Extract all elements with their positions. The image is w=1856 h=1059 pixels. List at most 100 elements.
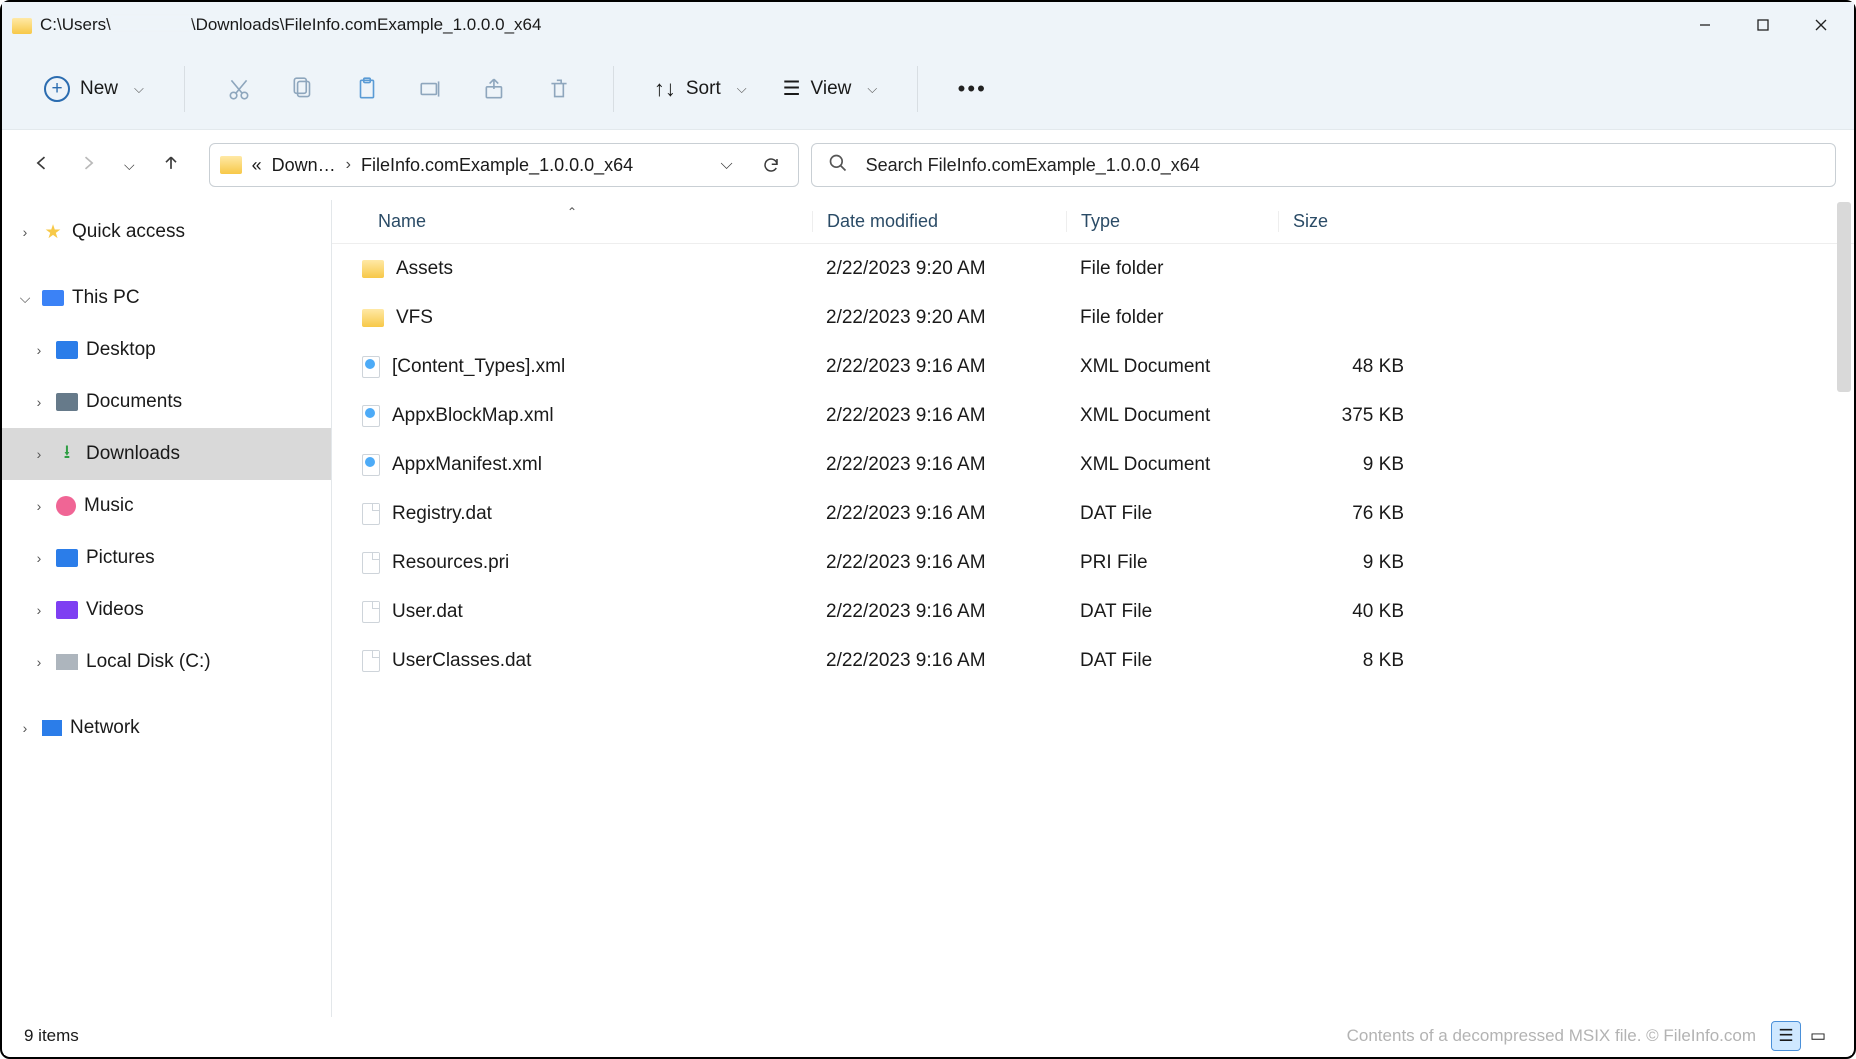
file-date: 2/22/2023 9:16 AM <box>812 601 1066 623</box>
scrollbar-thumb[interactable] <box>1837 202 1851 392</box>
file-row[interactable]: Registry.dat2/22/2023 9:16 AMDAT File76 … <box>332 489 1854 538</box>
folder-icon <box>362 260 384 278</box>
rename-button[interactable] <box>403 68 459 110</box>
new-button[interactable]: + New ⌵ <box>30 68 158 110</box>
chevron-down-icon: ⌵ <box>867 81 877 97</box>
thumbnails-view-button[interactable]: ▭ <box>1804 1022 1832 1050</box>
title-suffix: \Downloads\FileInfo.comExample_1.0.0.0_x… <box>191 15 542 34</box>
sidebar-music[interactable]: › Music <box>2 480 331 532</box>
file-row[interactable]: VFS2/22/2023 9:20 AMFile folder <box>332 293 1854 342</box>
separator <box>184 66 185 112</box>
file-row[interactable]: AppxBlockMap.xml 2/22/2023 9:16 AMXML Doc… <box>332 391 1854 440</box>
column-label: Date modified <box>827 211 938 231</box>
delete-button[interactable] <box>531 68 587 110</box>
close-button[interactable] <box>1792 2 1850 48</box>
sidebar-label: Network <box>70 717 140 739</box>
address-bar[interactable]: « Down… › FileInfo.comExample_1.0.0.0_x6… <box>209 143 799 187</box>
sidebar-network[interactable]: ›Network <box>2 702 331 754</box>
copy-button[interactable] <box>275 68 331 110</box>
column-size[interactable]: Size <box>1278 211 1418 232</box>
chevron-right-icon: › <box>346 156 351 174</box>
breadcrumb-current[interactable]: FileInfo.comExample_1.0.0.0_x64 <box>361 155 633 176</box>
file-icon <box>362 552 380 574</box>
sidebar-label: Videos <box>86 599 144 621</box>
file-row[interactable]: UserClasses.dat2/22/2023 9:16 AMDAT File… <box>332 636 1854 685</box>
file-name: [Content_Types].xml <box>392 356 565 378</box>
desktop-icon <box>56 341 78 359</box>
refresh-button[interactable] <box>754 156 788 174</box>
file-row[interactable]: User.dat2/22/2023 9:16 AMDAT File40 KB <box>332 587 1854 636</box>
folder-icon <box>12 18 32 34</box>
minimize-button[interactable] <box>1676 2 1734 48</box>
xml-icon <box>362 405 380 427</box>
chevron-right-icon: › <box>30 498 48 514</box>
recent-button[interactable]: ⌵ <box>124 157 135 174</box>
window-controls <box>1676 2 1850 48</box>
file-type: XML Document <box>1066 405 1278 427</box>
file-date: 2/22/2023 9:16 AM <box>812 405 1066 427</box>
sidebar-downloads[interactable]: ›⭳Downloads <box>2 428 331 480</box>
file-type: DAT File <box>1066 601 1278 623</box>
file-type: XML Document <box>1066 454 1278 476</box>
title-prefix: C:\Users\ <box>40 15 111 34</box>
file-size: 48 KB <box>1278 356 1418 378</box>
breadcrumb-downloads[interactable]: Down… <box>272 155 336 176</box>
column-headers: ⌃Name Date modified Type Size <box>332 200 1854 244</box>
search-input[interactable] <box>866 155 1819 176</box>
sort-icon: ↑↓ <box>654 76 676 102</box>
chevron-down-icon: ⌵ <box>16 290 34 307</box>
cut-button[interactable] <box>211 68 267 110</box>
file-row[interactable]: [Content_Types].xml2/22/2023 9:16 AMXML … <box>332 342 1854 391</box>
address-dropdown-button[interactable]: ⌵ <box>710 156 744 174</box>
disk-icon <box>56 654 78 670</box>
file-name: Resources.pri <box>392 552 509 574</box>
file-name: Assets <box>396 258 453 280</box>
file-date: 2/22/2023 9:20 AM <box>812 258 1066 280</box>
forward-button[interactable] <box>78 153 98 178</box>
file-icon <box>362 650 380 672</box>
sidebar-pictures[interactable]: ›Pictures <box>2 532 331 584</box>
status-bar: 9 items Contents of a decompressed MSIX … <box>4 1017 1852 1055</box>
sidebar-label: Music <box>84 495 134 517</box>
sidebar-label: Desktop <box>86 339 156 361</box>
column-date[interactable]: Date modified <box>812 211 1066 232</box>
sidebar-videos[interactable]: › Videos <box>2 584 331 636</box>
file-row[interactable]: Resources.pri2/22/2023 9:16 AMPRI File9 … <box>332 538 1854 587</box>
file-size: 375 KB <box>1278 405 1418 427</box>
column-name[interactable]: ⌃Name <box>332 211 812 232</box>
title-bar: C:\Users\ \Downloads\FileInfo.comExample_… <box>2 2 1854 48</box>
file-size: 40 KB <box>1278 601 1418 623</box>
view-mode-toggle: ☰ ▭ <box>1772 1022 1832 1050</box>
credit-text: Contents of a decompressed MSIX file. © … <box>1347 1026 1756 1046</box>
paste-button[interactable] <box>339 68 395 110</box>
column-label: Size <box>1293 211 1328 231</box>
file-row[interactable]: Assets2/22/2023 9:20 AMFile folder <box>332 244 1854 293</box>
column-type[interactable]: Type <box>1066 211 1278 232</box>
share-button[interactable] <box>467 68 523 110</box>
sidebar-label: Documents <box>86 391 182 413</box>
breadcrumb-overflow[interactable]: « <box>252 155 262 176</box>
sidebar-this-pc[interactable]: ⌵This PC <box>2 272 331 324</box>
chevron-right-icon: › <box>30 602 48 618</box>
chevron-right-icon: › <box>16 224 34 240</box>
view-label: View <box>811 78 852 100</box>
file-name: AppxBlockMap.xml <box>392 405 554 427</box>
view-button[interactable]: ☰ View ⌵ <box>769 68 892 109</box>
file-row[interactable]: AppxManifest.xml2/22/2023 9:16 AMXML Doc… <box>332 440 1854 489</box>
sort-button[interactable]: ↑↓ Sort ⌵ <box>640 68 761 110</box>
new-label: New <box>80 78 118 100</box>
back-button[interactable] <box>32 153 52 178</box>
file-rows: Assets2/22/2023 9:20 AMFile folderVFS2/2… <box>332 244 1854 685</box>
videos-icon <box>56 601 78 619</box>
file-type: DAT File <box>1066 503 1278 525</box>
details-view-button[interactable]: ☰ <box>1772 1022 1800 1050</box>
sidebar-quick-access[interactable]: ›★Quick access <box>2 206 331 258</box>
file-date: 2/22/2023 9:16 AM <box>812 356 1066 378</box>
sidebar-local-disk[interactable]: ›Local Disk (C:) <box>2 636 331 688</box>
more-button[interactable]: ••• <box>944 68 1000 110</box>
maximize-button[interactable] <box>1734 2 1792 48</box>
up-button[interactable] <box>161 153 181 178</box>
sidebar-desktop[interactable]: ›Desktop <box>2 324 331 376</box>
sidebar-documents[interactable]: ›Documents <box>2 376 331 428</box>
search-bar[interactable] <box>811 143 1836 187</box>
